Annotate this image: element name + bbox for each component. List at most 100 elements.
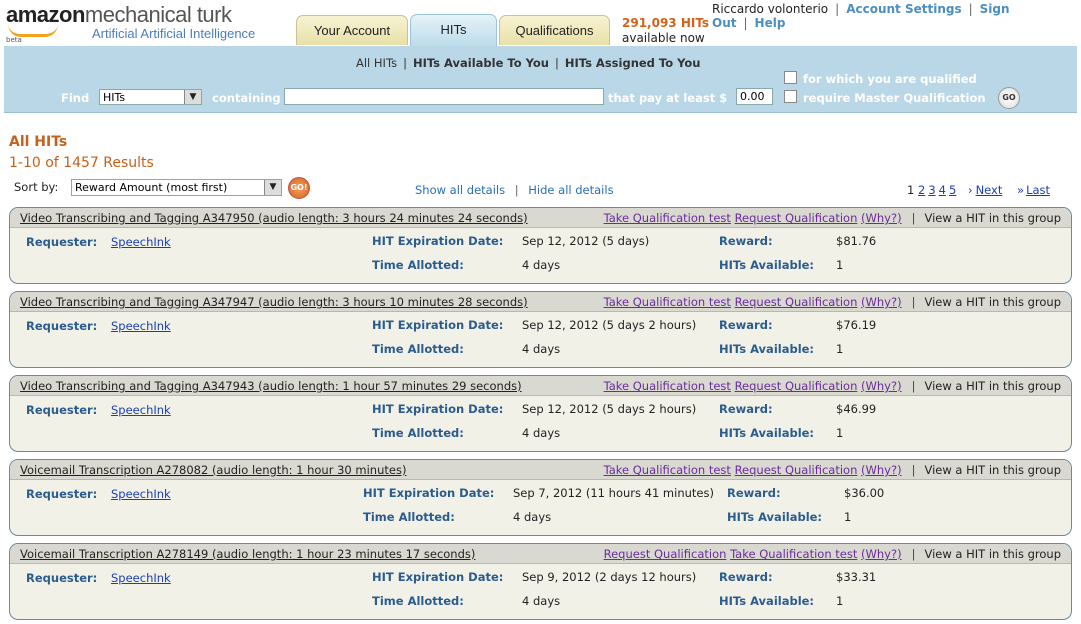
why-link[interactable]: (Why?) <box>861 295 902 309</box>
tab-your-account[interactable]: Your Account <box>296 15 408 45</box>
hit-group: Voicemail Transcription A278082 (audio l… <box>9 459 1072 536</box>
view-hit-link[interactable]: View a HIT in this group <box>924 211 1061 225</box>
request-qualification-link[interactable]: Request Qualification <box>735 295 858 309</box>
subnav-available[interactable]: HITs Available To You <box>413 56 549 70</box>
time-allotted-label: Time Allotted: <box>363 510 455 524</box>
account-settings-link[interactable]: Account Settings <box>846 2 961 16</box>
take-qualification-link[interactable]: Take Qualification test <box>604 463 731 477</box>
view-hit-link[interactable]: View a HIT in this group <box>924 379 1061 393</box>
pay-label: that pay at least $ <box>608 91 728 105</box>
requester-link[interactable]: SpeechInk <box>111 487 171 501</box>
hit-group-header: Video Transcribing and Tagging A347950 (… <box>10 208 1071 228</box>
requester-value: SpeechInk <box>111 571 171 585</box>
hit-title-link[interactable]: Voicemail Transcription A278149 (audio l… <box>20 547 475 561</box>
tab-label: Your Account <box>313 23 391 38</box>
hit-title-link[interactable]: Video Transcribing and Tagging A347947 (… <box>20 295 528 309</box>
reward-label: Reward: <box>719 402 773 416</box>
take-qualification-link[interactable]: Take Qualification test <box>604 211 731 225</box>
find-select[interactable]: HITs ▼ <box>99 89 202 105</box>
last-link[interactable]: Last <box>1026 183 1050 197</box>
help-link[interactable]: Help <box>755 16 786 30</box>
requester-link[interactable]: SpeechInk <box>111 571 171 585</box>
requester-link[interactable]: SpeechInk <box>111 403 171 417</box>
why-link[interactable]: (Why?) <box>861 211 902 225</box>
reward-value: $36.00 <box>844 486 885 500</box>
requester-label: Requester: <box>26 403 98 417</box>
hits-available-label: HITs Available: <box>719 342 815 356</box>
take-qualification-link[interactable]: Take Qualification test <box>604 379 731 393</box>
sort-select-value: Reward Amount (most first) <box>75 181 228 194</box>
request-qualification-link[interactable]: Request Qualification <box>735 379 858 393</box>
sort-select[interactable]: Reward Amount (most first) ▼ <box>71 179 282 196</box>
hide-all-details-link[interactable]: Hide all details <box>528 183 613 197</box>
subnav-assigned[interactable]: HITs Assigned To You <box>565 56 701 70</box>
view-hit-link[interactable]: View a HIT in this group <box>924 295 1061 309</box>
why-link[interactable]: (Why?) <box>861 547 902 561</box>
hit-title-link[interactable]: Video Transcribing and Tagging A347950 (… <box>20 211 528 225</box>
logo-beta: beta <box>6 36 22 44</box>
requester-label: Requester: <box>26 571 98 585</box>
hits-available-value: 1 <box>836 426 844 440</box>
search-go-button[interactable]: GO <box>998 87 1020 109</box>
reward-label: Reward: <box>727 486 781 500</box>
qualified-checkbox[interactable] <box>784 71 797 84</box>
hit-actions: Take Qualification test Request Qualific… <box>603 211 1061 225</box>
hit-title-link[interactable]: Video Transcribing and Tagging A347943 (… <box>20 379 522 393</box>
reward-value: $46.99 <box>836 402 877 416</box>
hit-group-header: Voicemail Transcription A278082 (audio l… <box>10 460 1071 480</box>
qualified-label: for which you are qualified <box>803 72 977 86</box>
view-hit-link[interactable]: View a HIT in this group <box>924 547 1061 561</box>
hit-group: Video Transcribing and Tagging A347950 (… <box>9 207 1072 284</box>
show-all-details-link[interactable]: Show all details <box>415 183 505 197</box>
master-label: require Master Qualification <box>803 91 986 105</box>
containing-label: containing <box>212 91 281 105</box>
hit-count-sub: available now <box>622 31 705 45</box>
why-link[interactable]: (Why?) <box>861 463 902 477</box>
take-qualification-link[interactable]: Take Qualification test <box>604 295 731 309</box>
keyword-input[interactable] <box>284 88 604 105</box>
time-allotted-value: 4 days <box>522 258 561 272</box>
tab-hits[interactable]: HITs <box>410 14 497 46</box>
tab-qualifications[interactable]: Qualifications <box>499 15 610 45</box>
sort-go-button[interactable]: GO! <box>288 177 310 199</box>
request-qualification-link[interactable]: Request Qualification <box>735 463 858 477</box>
user-name: Riccardo volonterio <box>712 2 829 16</box>
page-link[interactable]: 3 <box>928 183 935 197</box>
requester-value: SpeechInk <box>111 235 171 249</box>
results-title: All HITs <box>9 134 68 150</box>
hits-available-value: 1 <box>844 510 852 524</box>
time-allotted-value: 4 days <box>522 594 561 608</box>
reward-value: $33.31 <box>836 570 877 584</box>
time-allotted-label: Time Allotted: <box>372 594 464 608</box>
chevron-right-icon: › <box>967 183 973 197</box>
min-reward-input[interactable]: 0.00 <box>736 88 773 105</box>
why-link[interactable]: (Why?) <box>861 379 902 393</box>
master-checkbox[interactable] <box>784 90 797 103</box>
time-allotted-label: Time Allotted: <box>372 342 464 356</box>
take-qualification-link[interactable]: Take Qualification test <box>730 547 857 561</box>
requester-value: SpeechInk <box>111 487 171 501</box>
expiration-value: Sep 7, 2012 (11 hours 41 minutes) <box>513 486 714 500</box>
hit-actions: Take Qualification test Request Qualific… <box>603 295 1061 309</box>
expiration-label: HIT Expiration Date: <box>363 486 495 500</box>
page-link[interactable]: 2 <box>918 183 925 197</box>
logo-word-mturk: mechanical turk <box>84 2 232 27</box>
requester-link[interactable]: SpeechInk <box>111 235 171 249</box>
hit-actions: Take Qualification test Request Qualific… <box>603 379 1061 393</box>
subnav-all-hits[interactable]: All HITs <box>356 56 397 70</box>
hit-group: Video Transcribing and Tagging A347947 (… <box>9 291 1072 368</box>
hit-title-link[interactable]: Voicemail Transcription A278082 (audio l… <box>20 463 406 477</box>
request-qualification-link[interactable]: Request Qualification <box>604 547 727 561</box>
page-link[interactable]: 4 <box>939 183 946 197</box>
request-qualification-link[interactable]: Request Qualification <box>735 211 858 225</box>
time-allotted-label: Time Allotted: <box>372 426 464 440</box>
hits-available-label: HITs Available: <box>719 426 815 440</box>
requester-link[interactable]: SpeechInk <box>111 319 171 333</box>
find-label: Find <box>61 91 90 105</box>
page-link[interactable]: 5 <box>949 183 956 197</box>
hit-group-header: Voicemail Transcription A278149 (audio l… <box>10 544 1071 564</box>
chevron-down-icon: ▼ <box>264 180 281 195</box>
next-link[interactable]: Next <box>976 183 1003 197</box>
view-hit-link[interactable]: View a HIT in this group <box>924 463 1061 477</box>
hit-actions: Take Qualification test Request Qualific… <box>603 463 1061 477</box>
